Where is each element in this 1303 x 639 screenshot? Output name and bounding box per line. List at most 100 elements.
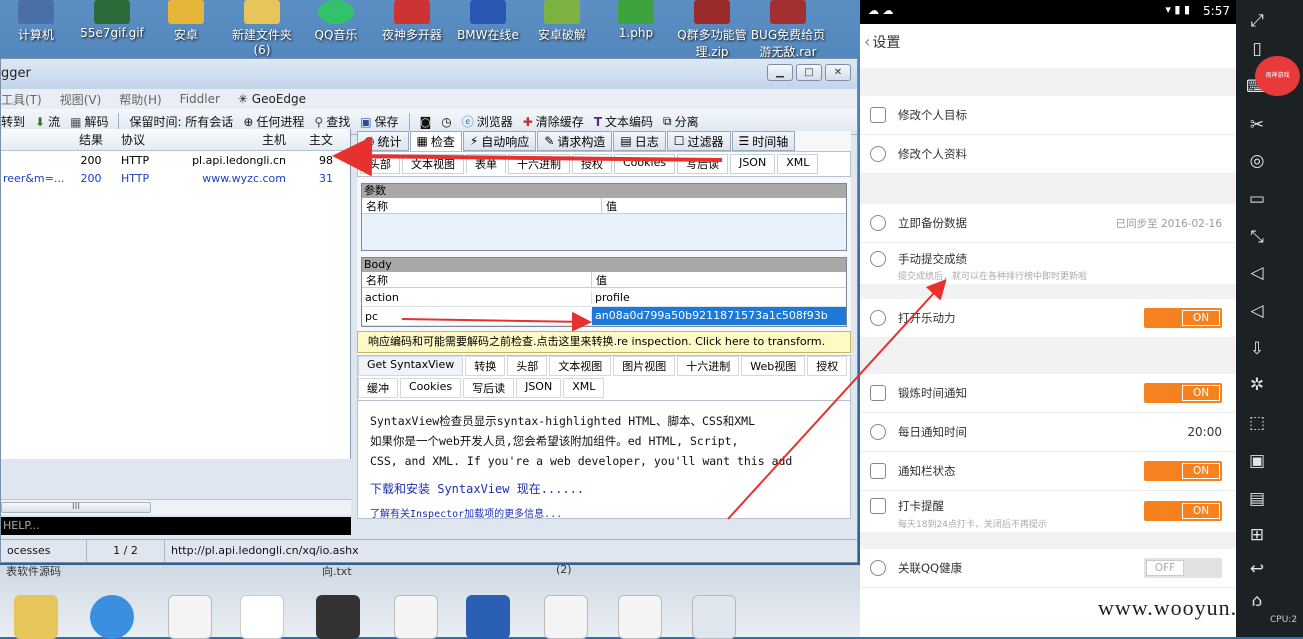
resp-tab-hexview[interactable]: 十六进制 [677,356,740,376]
setting-open-app[interactable]: 打开乐动力 ON [860,299,1236,338]
desktop-icon-php[interactable]: 1.php [596,0,676,40]
transform-notice[interactable]: 响应编码和可能需要解码之前检查.点击这里来转换.re inspection. C… [357,331,851,353]
setting-checkin-remind[interactable]: 打卡提醒 每天18到24点打卡，关闭后不再提示 ON [860,491,1236,533]
desktop-icon-zip[interactable]: Q群多功能管理.zip [672,0,752,60]
document-icon[interactable] [544,595,588,639]
toolbar-any-process[interactable]: ⊕ 任何进程 [243,113,304,130]
tab-filters[interactable]: ☐ 过滤器 [666,131,731,151]
resp-tab-imageview[interactable]: 图片视图 [613,356,676,376]
session-horizontal-scrollbar[interactable]: III [1,499,351,515]
tab-composer[interactable]: ✎ 请求构造 [537,131,613,151]
req-tab-headers[interactable]: 头部 [360,154,400,174]
setting-edit-profile[interactable]: 修改个人资料 [860,135,1236,174]
tab-inspectors[interactable]: ▦ 检查 [409,131,462,151]
resp-tab-raw[interactable]: 写后读 [463,378,515,398]
scissors-icon[interactable]: ✂ [1246,114,1268,136]
resp-tab-syntaxview[interactable]: Get SyntaxView [358,356,464,376]
scrollbar-thumb[interactable]: III [1,502,151,513]
setting-backup[interactable]: 立即备份数据 已同步至 2016-02-16 [860,204,1236,243]
add-icon[interactable]: ⊞ [1246,524,1268,546]
setting-notification-bar[interactable]: 通知栏状态 ON [860,452,1236,491]
volume-up-icon[interactable]: ◁ [1246,262,1268,284]
pinwheel-app-icon[interactable] [240,595,284,639]
toolbar-save[interactable]: ▣ 保存 [360,113,398,130]
req-tab-raw[interactable]: 写后读 [677,154,729,174]
toggle-notification-bar[interactable]: ON [1144,461,1222,481]
req-tab-cookies[interactable]: Cookies [614,154,676,174]
menu-tools[interactable]: 工具(T) [1,91,42,108]
status-processes[interactable]: ocesses [1,539,87,562]
col-host[interactable]: 主机 [171,131,291,148]
setting-exercise-notify[interactable]: 锻炼时间通知 ON [860,374,1236,413]
menu-geoedge[interactable]: ✳ GeoEdge [238,92,306,106]
col-result[interactable]: 结果 [71,131,111,148]
volume-down-icon[interactable]: ◁ [1246,300,1268,322]
game-badge[interactable]: 夜神游戏 [1255,56,1300,96]
toolbar-browser[interactable]: ⓔ 浏览器 [462,113,513,130]
desktop-icon-new-folder[interactable]: 新建文件夹 (6) [222,0,302,57]
tab-timeline[interactable]: ☰ 时间轴 [731,131,796,151]
resp-tab-caching[interactable]: 缓冲 [358,378,398,398]
desktop-icon-android-crack[interactable]: 安卓破解 [522,0,602,43]
settings-gear-icon[interactable] [692,595,736,639]
toolbar-timer[interactable]: ◷ [441,115,451,129]
req-tab-auth[interactable]: 授权 [572,154,612,174]
resp-tab-xml[interactable]: XML [563,378,605,398]
setting-daily-time[interactable]: 每日通知时间 20:00 [860,413,1236,452]
desktop-icon-bmw[interactable]: BMW在线e [448,0,528,43]
resp-tab-webview[interactable]: Web视图 [741,356,806,376]
toolbar-camera[interactable]: ◙ [420,115,432,129]
screen-icon[interactable]: ▭ [1246,188,1268,210]
fullscreen-icon[interactable]: ⤢ [1246,10,1268,32]
close-button[interactable]: ✕ [825,64,851,81]
resp-tab-transformer[interactable]: 转换 [465,356,506,376]
expand-icon[interactable]: ⤡ [1246,226,1268,248]
apk-install-icon[interactable]: ⇩ [1246,338,1268,360]
screenshot-icon[interactable]: ⬚ [1246,412,1268,434]
toolbar-detach[interactable]: ⧉ 分离 [663,113,699,130]
setting-submit-score[interactable]: 手动提交成绩 提交成绩后，就可以在各种排行榜中即时更新啦 [860,243,1236,285]
bus-icon[interactable]: ▣ [1246,450,1268,472]
desktop-icon-qq-music[interactable]: QQ音乐 [296,0,376,43]
toggle-exercise-notify[interactable]: ON [1144,383,1222,403]
body-row-action[interactable]: action profile [362,288,846,307]
download-syntaxview-link[interactable]: 下载和安装 SyntaxView 现在...... [370,479,838,499]
back-icon[interactable]: ↩ [1246,558,1268,580]
nox-icon[interactable] [316,595,360,639]
document-icon[interactable] [394,595,438,639]
req-tab-textview[interactable]: 文本视图 [402,154,464,174]
setting-edit-goal[interactable]: 修改个人目标 [860,96,1236,135]
location-icon[interactable]: ◎ [1246,150,1268,172]
quickexec-input[interactable]: HELP... [1,517,351,535]
col-body[interactable]: 主文 [291,131,341,148]
desktop-icon-rar[interactable]: BUG免费给页游无敌.rar [748,0,828,60]
req-tab-hexview[interactable]: 十六进制 [508,154,570,174]
desktop-icon-nox-multi[interactable]: 夜神多开器 [372,0,452,43]
desktop-icon-gif[interactable]: 55e7gif.gif [72,0,152,40]
tab-statistics[interactable]: ◷ 统计 [357,131,409,151]
toolbar-decode[interactable]: ▦ 解码 [70,113,108,130]
setting-link-qq-health[interactable]: 关联QQ健康 OFF [860,549,1236,588]
resp-tab-headers[interactable]: 头部 [507,356,548,376]
toolbar-clear-cache[interactable]: ✚ 清除缓存 [523,113,584,130]
session-row[interactable]: 200 HTTP pl.api.ledongli.cn 98 [1,151,350,169]
req-tab-xml[interactable]: XML [777,154,819,174]
chat-bubble-icon[interactable] [90,595,134,639]
toggle-checkin-remind[interactable]: ON [1144,501,1222,521]
tab-autoresponder[interactable]: ⚡ 自动响应 [462,131,537,151]
menu-fiddler[interactable]: Fiddler [180,92,220,106]
resp-tab-cookies[interactable]: Cookies [400,378,462,398]
desktop-icon-android-folder[interactable]: 安卓 [146,0,226,43]
resp-tab-json[interactable]: JSON [516,378,562,398]
toolbar-stream[interactable]: ⬇ 流 [35,113,60,130]
maximize-button[interactable]: □ [796,64,822,81]
word-doc-icon[interactable] [466,595,510,639]
shake-icon[interactable]: ▯ [1246,38,1268,60]
toggle-qq-health[interactable]: OFF [1144,558,1222,578]
req-tab-json[interactable]: JSON [730,154,776,174]
toggle-open-app[interactable]: ON [1144,308,1222,328]
toolbar-text-encode[interactable]: T 文本编码 [594,113,653,130]
toolbar-goto[interactable]: 转到 [1,113,25,130]
resp-tab-textview[interactable]: 文本视图 [549,356,612,376]
tab-log[interactable]: ▤ 日志 [613,131,666,151]
